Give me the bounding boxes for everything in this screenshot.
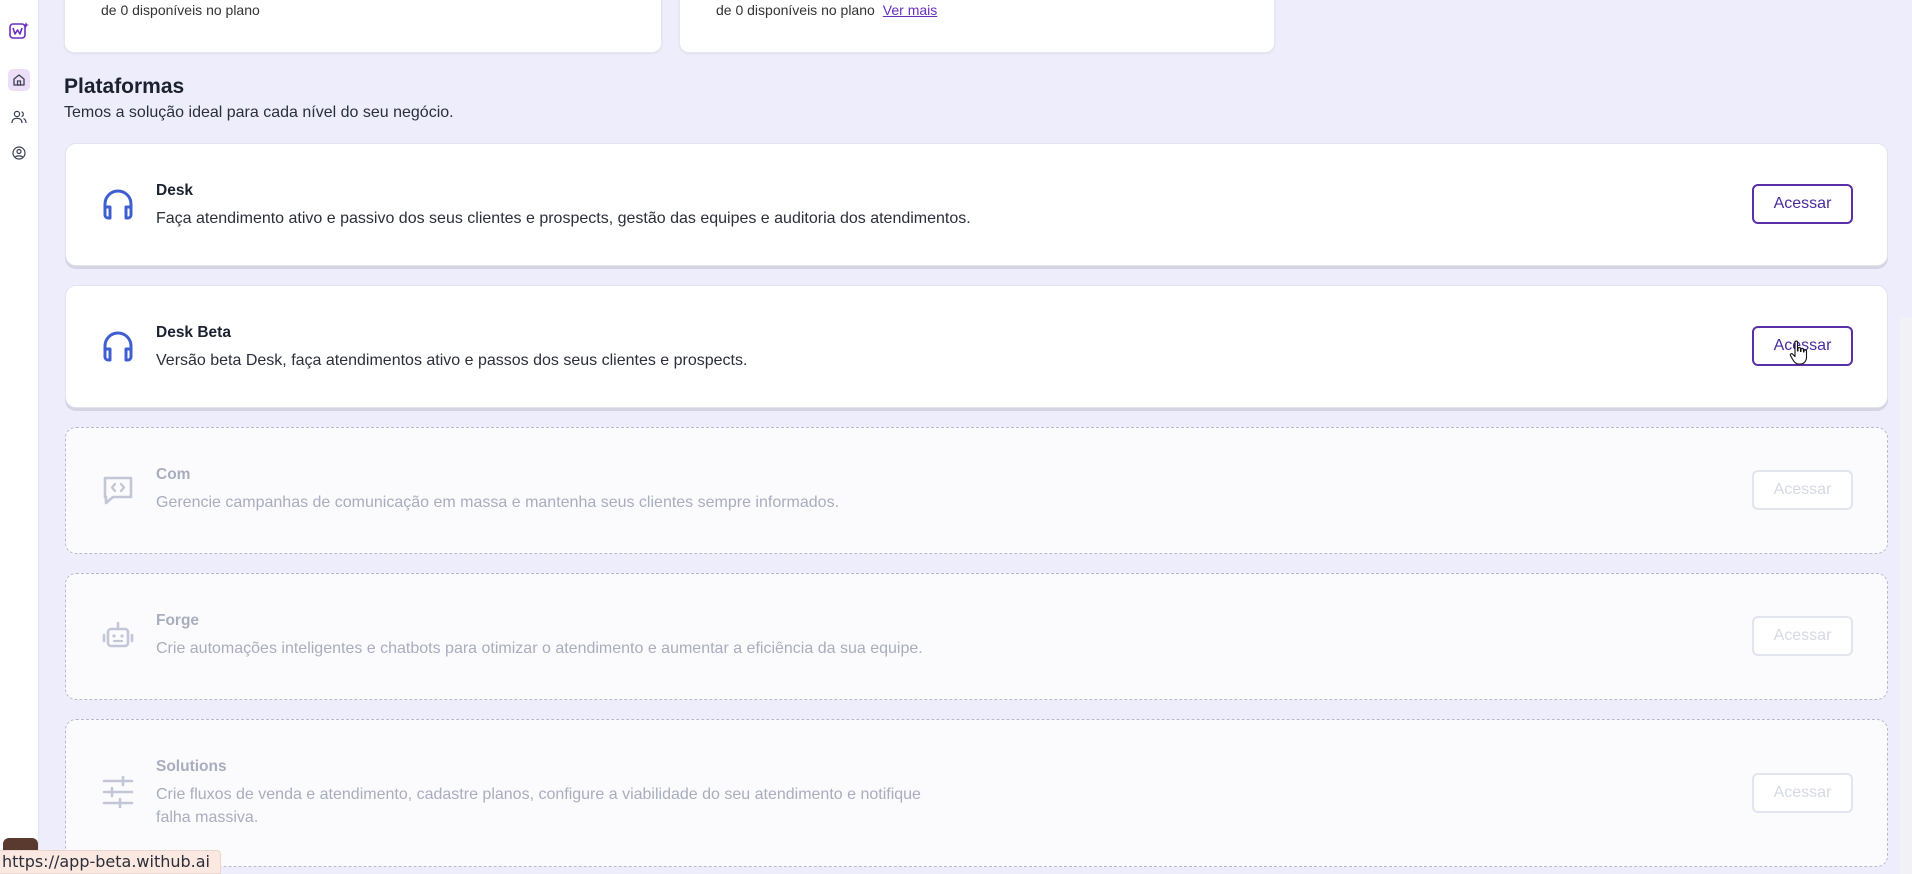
platform-card-desk: Desk Faça atendimento ativo e passivo do… (65, 143, 1888, 266)
platform-description: Gerencie campanhas de comunicação em mas… (156, 494, 840, 511)
access-com-button: Acessar (1752, 470, 1853, 510)
platform-card-forge: Forge Crie automações inteligentes e cha… (65, 573, 1888, 700)
access-desk-button[interactable]: Acessar (1752, 184, 1853, 224)
sliders-icon (100, 774, 136, 810)
platform-description: Crie fluxos de venda e atendimento, cada… (156, 783, 921, 829)
platform-name: Com (156, 466, 191, 483)
platform-description-line: falha massiva. (156, 809, 259, 826)
section-title: Plataformas (64, 75, 185, 98)
sidebar (0, 0, 39, 874)
platform-description: Crie automações inteligentes e chatbots … (156, 640, 923, 657)
home-icon[interactable] (8, 69, 30, 91)
users-icon[interactable] (8, 106, 30, 128)
headset-icon (100, 187, 136, 223)
platform-description: Versão beta Desk, faça atendimentos ativ… (156, 352, 748, 369)
message-code-icon (100, 472, 136, 508)
section-subtitle: Temos a solução ideal para cada nível do… (64, 104, 454, 121)
scrollbar[interactable] (1900, 318, 1912, 874)
platform-name: Forge (156, 612, 200, 629)
platform-description: Faça atendimento ativo e passivo dos seu… (156, 210, 971, 227)
platform-card-solutions: Solutions Crie fluxos de venda e atendim… (65, 719, 1888, 867)
headset-icon (100, 329, 136, 365)
plan-usage-caption: de 0 disponíveis no plano (101, 2, 260, 18)
access-forge-button: Acessar (1752, 616, 1853, 656)
platform-name: Desk Beta (156, 324, 231, 341)
plan-usage-caption-text: de 0 disponíveis no plano (716, 2, 875, 18)
platform-card-com: Com Gerencie campanhas de comunicação em… (65, 427, 1888, 554)
plan-usage-caption: de 0 disponíveis no plano Ver mais (716, 2, 937, 18)
status-url: https://app-beta.withub.ai (0, 850, 221, 874)
logo-icon[interactable] (8, 20, 30, 42)
robot-icon (100, 618, 136, 654)
platform-name: Solutions (156, 758, 227, 775)
platform-name: Desk (156, 182, 194, 199)
platform-card-desk-beta: Desk Beta Versão beta Desk, faça atendim… (65, 285, 1888, 408)
platform-description-line: Crie fluxos de venda e atendimento, cada… (156, 786, 921, 803)
access-solutions-button: Acessar (1752, 773, 1853, 813)
hand-cursor-icon (1789, 340, 1811, 366)
user-circle-icon[interactable] (8, 142, 30, 164)
plan-usage-card: de 0 disponíveis no plano (64, 0, 662, 53)
plan-usage-card: de 0 disponíveis no plano Ver mais (679, 0, 1275, 53)
see-more-link[interactable]: Ver mais (883, 2, 937, 18)
